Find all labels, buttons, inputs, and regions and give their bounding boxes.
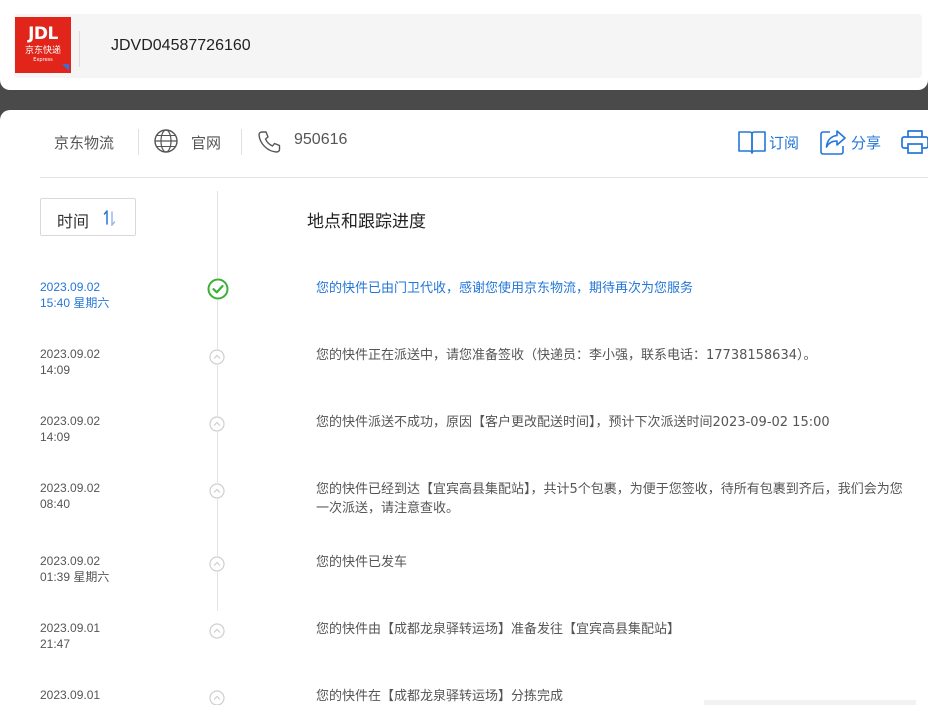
site-divider bbox=[241, 129, 242, 155]
share-label: 分享 bbox=[851, 134, 882, 152]
timeline-clock: 08:40 bbox=[40, 497, 71, 511]
timeline-date: 2023.09.02 bbox=[40, 481, 101, 495]
chevron-up-circle-icon bbox=[209, 483, 225, 499]
timeline-text: 您的快件正在派送中，请您准备签收（快递员：李小强，联系电话：1773815863… bbox=[316, 348, 817, 363]
official-site-link[interactable]: 官网 bbox=[191, 132, 221, 153]
timeline-text: 您的快件由【成都龙泉驿转运场】准备发往【宜宾高县集配站】 bbox=[316, 622, 681, 637]
timeline-time: 2023.09.01 21:47 bbox=[40, 620, 100, 652]
timeline-clock: 21:47 bbox=[40, 637, 71, 651]
timeline-date: 2023.09.02 bbox=[40, 414, 101, 428]
timeline-clock: 01:39 星期六 bbox=[40, 570, 110, 584]
chevron-up-circle-icon bbox=[209, 416, 225, 432]
logo-main-text: JDL bbox=[28, 24, 58, 44]
timeline-date: 2023.09.02 bbox=[40, 554, 101, 568]
timeline-line bbox=[217, 191, 218, 611]
timeline-clock: 15:40 星期六 bbox=[40, 296, 110, 310]
page: JDL 京东快递 Express JDVD04587726160 京东物流 官网 bbox=[0, 0, 928, 705]
chevron-up-circle-icon bbox=[209, 623, 225, 639]
print-button[interactable] bbox=[900, 128, 928, 156]
logo-cn-text: 京东快递 bbox=[24, 46, 61, 56]
timeline-clock: 14:09 bbox=[40, 363, 71, 377]
timeline-date: 2023.09.01 bbox=[40, 688, 101, 702]
phone-icon bbox=[258, 131, 281, 153]
timeline-text: 您的快件已经到达【宜宾高县集配站】，共计5个包裹，为便于您签收，待所有包裹到齐后… bbox=[316, 482, 903, 516]
carrier-bar: 京东物流 官网 950616 订阅 分享 bbox=[40, 110, 928, 178]
chevron-up-circle-icon bbox=[209, 349, 225, 365]
header-divider bbox=[79, 31, 80, 67]
chevron-up-circle-icon bbox=[209, 690, 225, 705]
logo-corner-mark bbox=[62, 64, 69, 71]
tracking-progress-heading: 地点和跟踪进度 bbox=[307, 212, 426, 232]
phone-number: 950616 bbox=[294, 131, 348, 148]
main-card: 京东物流 官网 950616 订阅 分享 时间 地点和跟踪进度 bbox=[0, 110, 928, 705]
book-icon bbox=[738, 131, 766, 154]
carrier-divider bbox=[138, 129, 139, 155]
timeline-clock: 14:09 bbox=[40, 430, 71, 444]
header-card: JDL 京东快递 Express JDVD04587726160 bbox=[0, 0, 928, 90]
subscribe-button[interactable]: 订阅 bbox=[737, 128, 807, 156]
sort-icon bbox=[103, 210, 116, 226]
sort-label: 时间 bbox=[57, 212, 90, 231]
timeline-text: 您的快件派送不成功，原因【客户更改配送时间】，预计下次派送时间2023-09-0… bbox=[316, 415, 830, 430]
globe-icon[interactable] bbox=[153, 128, 179, 154]
timeline-time: 2023.09.01 bbox=[40, 687, 100, 703]
chevron-up-circle-icon bbox=[209, 556, 225, 572]
time-sort-button[interactable]: 时间 bbox=[40, 198, 136, 236]
timeline-text: 您的快件已由门卫代收，感谢您使用京东物流，期待再次为您服务 bbox=[316, 281, 694, 296]
share-icon bbox=[820, 130, 846, 155]
timeline-date: 2023.09.02 bbox=[40, 280, 101, 294]
timeline-date: 2023.09.01 bbox=[40, 621, 101, 635]
check-circle-icon bbox=[207, 278, 229, 300]
subscribe-label: 订阅 bbox=[769, 134, 800, 152]
timeline-text: 您的快件已发车 bbox=[316, 555, 408, 570]
bottom-strip bbox=[704, 700, 916, 705]
tracking-bar: JDL 京东快递 Express JDVD04587726160 bbox=[14, 14, 922, 78]
printer-icon bbox=[901, 130, 928, 154]
timeline-time: 2023.09.02 01:39 星期六 bbox=[40, 553, 109, 585]
tracking-number: JDVD04587726160 bbox=[111, 37, 251, 54]
timeline-time: 2023.09.02 14:09 bbox=[40, 413, 100, 445]
timeline-time: 2023.09.02 15:40 星期六 bbox=[40, 279, 109, 311]
timeline-date: 2023.09.02 bbox=[40, 347, 101, 361]
timeline-time: 2023.09.02 14:09 bbox=[40, 346, 100, 378]
logo-en-text: Express bbox=[33, 57, 53, 63]
share-button[interactable]: 分享 bbox=[819, 128, 889, 156]
jdl-logo: JDL 京东快递 Express bbox=[15, 17, 71, 73]
carrier-name: 京东物流 bbox=[54, 134, 115, 152]
timeline-time: 2023.09.02 08:40 bbox=[40, 480, 100, 512]
